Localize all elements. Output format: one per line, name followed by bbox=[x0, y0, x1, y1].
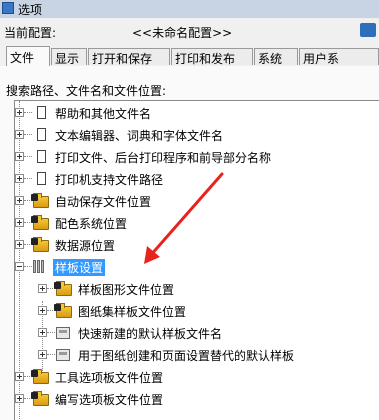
folder-icon bbox=[31, 237, 49, 252]
tree-item-tool-palette[interactable]: 工具选项板文件位置 bbox=[15, 367, 375, 387]
tab-bar: 文件 显示 打开和保存 打印和发布 系统 用户系 bbox=[0, 46, 379, 67]
tree-item-pagesetup-template[interactable]: 用于图纸创建和页面设置替代的默认样板 bbox=[38, 345, 378, 365]
tree-item-qnew-template[interactable]: 快速新建的默认样板文件名 bbox=[38, 323, 378, 343]
template-icon bbox=[56, 349, 70, 361]
profile-row: 当前配置: <<未命名配置>> bbox=[0, 20, 379, 42]
tab-user-system[interactable]: 用户系 bbox=[299, 48, 379, 66]
tree-item-label: 文本编辑器、词典和字体文件名 bbox=[55, 129, 224, 143]
expand-icon[interactable] bbox=[38, 284, 47, 293]
tree-item-text-editor[interactable]: 文本编辑器、词典和字体文件名 bbox=[15, 125, 375, 145]
template-icon bbox=[56, 327, 70, 339]
expand-icon[interactable] bbox=[15, 108, 24, 117]
tree-item-label: 帮助和其他文件名 bbox=[55, 107, 152, 121]
tree-item-label: 数据源位置 bbox=[55, 239, 116, 253]
tree-item-label: 编写选项板文件位置 bbox=[55, 393, 164, 407]
expand-icon[interactable] bbox=[15, 152, 24, 161]
tree-item-help-files[interactable]: 帮助和其他文件名 bbox=[15, 103, 375, 123]
tab-plot-publish[interactable]: 打印和发布 bbox=[171, 48, 253, 66]
tree-item-label: 打印机支持文件路径 bbox=[55, 173, 164, 187]
books-icon bbox=[33, 260, 47, 274]
files-panel: 搜索路径、文件名和文件位置: 帮助和其他文件名 文本编辑器、词典和字体文件名 打… bbox=[0, 66, 379, 420]
tree-item-label: 图纸集样板文件位置 bbox=[78, 305, 187, 319]
profile-value: <<未命名配置>> bbox=[132, 26, 233, 40]
tab-open-save[interactable]: 打开和保存 bbox=[88, 48, 170, 66]
expand-icon[interactable] bbox=[38, 350, 47, 359]
expand-icon[interactable] bbox=[15, 218, 24, 227]
tab-display[interactable]: 显示 bbox=[51, 48, 87, 66]
title-bar: 选项 bbox=[0, 0, 379, 18]
tree-item-label: 配色系统位置 bbox=[55, 217, 128, 231]
tab-system[interactable]: 系统 bbox=[254, 48, 298, 66]
tree-item-label-selected: 样板设置 bbox=[53, 259, 106, 276]
window-title: 选项 bbox=[18, 3, 43, 17]
tree-item-authoring-palette[interactable]: 编写选项板文件位置 bbox=[15, 389, 375, 409]
path-tree[interactable]: 帮助和其他文件名 文本编辑器、词典和字体文件名 打印文件、后台打印程序和前导部分… bbox=[14, 100, 379, 420]
folder-icon bbox=[31, 369, 49, 384]
folder-icon bbox=[54, 281, 72, 296]
profile-icon[interactable] bbox=[360, 23, 376, 37]
collapse-icon[interactable] bbox=[15, 262, 24, 271]
tree-item-printer-support[interactable]: 打印机支持文件路径 bbox=[15, 169, 375, 189]
tab-files[interactable]: 文件 bbox=[6, 46, 50, 67]
tree-item-label: 自动保存文件位置 bbox=[55, 195, 152, 209]
document-icon bbox=[37, 128, 46, 141]
document-icon bbox=[37, 150, 46, 163]
tree-item-print-file[interactable]: 打印文件、后台打印程序和前导部分名称 bbox=[15, 147, 375, 167]
folder-icon bbox=[31, 391, 49, 406]
tree-item-label: 工具选项板文件位置 bbox=[55, 371, 164, 385]
tree-item-sheetset-template[interactable]: 图纸集样板文件位置 bbox=[38, 301, 378, 321]
expand-icon[interactable] bbox=[15, 196, 24, 205]
expand-icon[interactable] bbox=[15, 240, 24, 249]
tree-item-template-settings[interactable]: 样板设置 bbox=[15, 257, 375, 277]
tree-item-label: 样板图形文件位置 bbox=[78, 283, 175, 297]
expand-icon[interactable] bbox=[15, 174, 24, 183]
tree-caption: 搜索路径、文件名和文件位置: bbox=[6, 84, 167, 98]
expand-icon[interactable] bbox=[15, 394, 24, 403]
expand-icon[interactable] bbox=[38, 306, 47, 315]
tree-item-label: 用于图纸创建和页面设置替代的默认样板 bbox=[78, 349, 295, 363]
tree-item-label: 快速新建的默认样板文件名 bbox=[78, 327, 223, 341]
app-icon bbox=[2, 2, 14, 14]
document-icon bbox=[37, 106, 46, 119]
tree-item-color-system[interactable]: 配色系统位置 bbox=[15, 213, 375, 233]
tree-item-autosave[interactable]: 自动保存文件位置 bbox=[15, 191, 375, 211]
tree-item-label: 打印文件、后台打印程序和前导部分名称 bbox=[55, 151, 272, 165]
expand-icon[interactable] bbox=[15, 130, 24, 139]
folder-icon bbox=[31, 215, 49, 230]
tree-item-data-source[interactable]: 数据源位置 bbox=[15, 235, 375, 255]
tree-item-template-drawing[interactable]: 样板图形文件位置 bbox=[38, 279, 378, 299]
expand-icon[interactable] bbox=[15, 372, 24, 381]
expand-icon[interactable] bbox=[38, 328, 47, 337]
folder-icon bbox=[31, 193, 49, 208]
document-icon bbox=[37, 172, 46, 185]
profile-label: 当前配置: bbox=[4, 26, 57, 40]
folder-icon bbox=[54, 303, 72, 318]
